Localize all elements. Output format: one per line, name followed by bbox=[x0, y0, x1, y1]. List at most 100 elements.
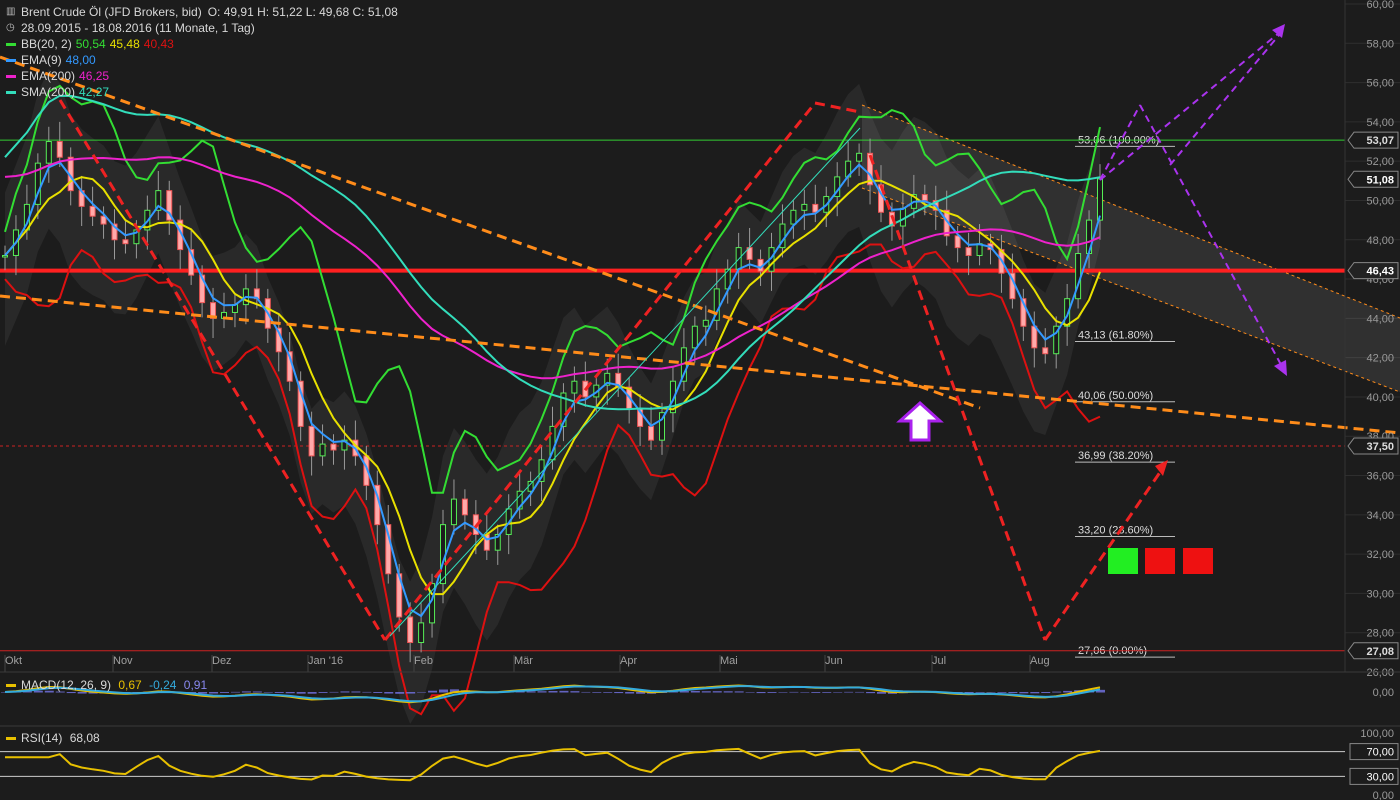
macd-histogram-bar bbox=[340, 691, 350, 693]
macd-histogram-bar bbox=[318, 692, 328, 693]
ohlc-values: O: 49,91 H: 51,22 L: 49,68 C: 51,08 bbox=[207, 5, 398, 19]
candle-body bbox=[319, 443, 326, 457]
candle-body bbox=[330, 443, 337, 451]
macd-axis-label: 0,00 bbox=[1373, 687, 1394, 699]
y-tick-label: 40,00 bbox=[1366, 392, 1394, 404]
macd-histogram-bar bbox=[417, 691, 427, 693]
y-tick-label: 30,00 bbox=[1366, 588, 1394, 600]
macd-histogram-bar bbox=[614, 692, 624, 694]
legend-ema200[interactable]: EMA(200) 46,25 bbox=[6, 68, 398, 84]
macd-histogram-bar bbox=[526, 691, 536, 693]
rsi-value: 68,08 bbox=[69, 731, 100, 745]
x-tick-label: Nov bbox=[113, 655, 133, 667]
macd-histogram-bar bbox=[570, 691, 580, 693]
candle-body bbox=[1031, 325, 1038, 349]
rsi-color-swatch bbox=[6, 737, 16, 741]
x-tick-label: Feb bbox=[414, 655, 433, 667]
macd-histogram-bar bbox=[778, 692, 788, 693]
macd-histogram-bar bbox=[274, 692, 284, 693]
macd-histogram-bar bbox=[241, 691, 251, 693]
candle-body bbox=[461, 498, 468, 516]
y-tick-label: 32,00 bbox=[1366, 549, 1394, 561]
macd-histogram-bar bbox=[263, 692, 273, 693]
x-tick-label: Okt bbox=[5, 655, 22, 667]
macd-histogram-bar bbox=[723, 691, 733, 693]
price-tag-label: 37,50 bbox=[1366, 441, 1394, 453]
macd-histogram-bar bbox=[690, 690, 700, 693]
y-tick-label: 28,00 bbox=[1366, 628, 1394, 640]
clock-icon: ◷ bbox=[6, 22, 15, 33]
macd-histogram-bar bbox=[1063, 690, 1073, 693]
sell-signal-box bbox=[1183, 548, 1213, 574]
macd-label: MACD(12, 26, 9) bbox=[21, 678, 112, 692]
price-tag-label: 27,08 bbox=[1366, 646, 1394, 658]
y-tick-label: 34,00 bbox=[1366, 510, 1394, 522]
macd-histogram-bar bbox=[77, 692, 87, 694]
sma200-color-swatch bbox=[6, 90, 16, 94]
price-tag: 53,07 bbox=[1347, 131, 1399, 149]
chart-legend: ▥ Brent Crude Öl (JFD Brokers, bid) O: 4… bbox=[6, 4, 398, 100]
price-tag: 37,50 bbox=[1347, 437, 1399, 455]
candle-body bbox=[702, 319, 709, 327]
legend-bb[interactable]: BB(20, 2) 50,54 45,48 40,43 bbox=[6, 36, 398, 52]
candle-body bbox=[965, 247, 972, 256]
macd-histogram-bar bbox=[230, 691, 240, 693]
candle-body bbox=[122, 239, 129, 245]
macd-signal-value: -0,24 bbox=[149, 678, 177, 692]
macd-histogram-bar bbox=[351, 691, 361, 693]
rsi-axis-label: 0,00 bbox=[1373, 790, 1394, 800]
macd-histogram-bar bbox=[1052, 691, 1062, 693]
bb-color-swatch bbox=[6, 42, 16, 46]
macd-histogram-bar bbox=[307, 692, 317, 694]
price-tag: 51,08 bbox=[1347, 170, 1399, 188]
y-tick-label: 48,00 bbox=[1366, 235, 1394, 247]
legend-ema9[interactable]: EMA(9) 48,00 bbox=[6, 52, 398, 68]
x-tick-label: Jan '16 bbox=[308, 655, 343, 667]
rsi-axis-label: 100,00 bbox=[1360, 728, 1394, 740]
macd-histogram-bar bbox=[559, 690, 569, 693]
ema9-color-swatch bbox=[6, 58, 16, 62]
candle-body bbox=[571, 380, 578, 394]
rsi-legend[interactable]: RSI(14) 68,08 bbox=[6, 731, 100, 745]
x-tick-label: Apr bbox=[620, 655, 637, 667]
y-tick-label: 44,00 bbox=[1366, 313, 1394, 325]
price-chart: 53,06 (100.00%)43,13 (61.80%)40,06 (50.0… bbox=[0, 0, 1400, 800]
macd-histogram-bar bbox=[362, 691, 372, 693]
bb-middle-value: 45,48 bbox=[109, 37, 140, 51]
macd-histogram-bar bbox=[66, 692, 76, 694]
candle-body bbox=[1097, 178, 1103, 221]
macd-histogram-bar bbox=[548, 691, 558, 693]
legend-sma200[interactable]: SMA(200) 42,27 bbox=[6, 84, 398, 100]
x-tick-label: Jun bbox=[825, 655, 843, 667]
macd-histogram-bar bbox=[285, 692, 295, 694]
macd-histogram-bar bbox=[1008, 692, 1018, 694]
buy-signal-box bbox=[1108, 548, 1138, 574]
macd-histogram-bar bbox=[745, 692, 755, 693]
candle-body bbox=[921, 194, 928, 201]
macd-color-swatch bbox=[6, 684, 16, 688]
macd-histogram-bar bbox=[822, 692, 832, 693]
x-tick-label: Mai bbox=[720, 655, 738, 667]
y-tick-label: 42,00 bbox=[1366, 353, 1394, 365]
macd-histogram-bar bbox=[406, 692, 416, 694]
price-tag-label: 53,07 bbox=[1366, 135, 1394, 147]
macd-histogram-bar bbox=[1030, 692, 1040, 694]
macd-histogram-bar bbox=[877, 692, 886, 694]
ema200-label: EMA(200) bbox=[21, 69, 76, 83]
macd-histogram-bar bbox=[712, 691, 722, 693]
fibonacci-label: 40,06 (50.00%) bbox=[1078, 390, 1153, 402]
legend-period-row: ◷ 28.09.2015 - 18.08.2016 (11 Monate, 1 … bbox=[6, 20, 398, 36]
x-tick-label: Dez bbox=[212, 655, 232, 667]
macd-legend[interactable]: MACD(12, 26, 9) 0,67 -0,24 0,91 bbox=[6, 678, 207, 692]
macd-histogram-bar bbox=[592, 692, 602, 693]
macd-histogram-bar bbox=[1041, 692, 1051, 694]
candle-body bbox=[45, 141, 52, 164]
fibonacci-label: 33,20 (23.60%) bbox=[1078, 525, 1153, 537]
macd-histogram-bar bbox=[209, 692, 219, 694]
sma200-value: 42,27 bbox=[79, 85, 110, 99]
y-tick-label: 26,00 bbox=[1366, 667, 1394, 679]
macd-histogram-bar bbox=[296, 692, 306, 694]
ema9-value: 48,00 bbox=[65, 53, 96, 67]
candle-body bbox=[56, 141, 63, 158]
macd-histogram-bar bbox=[833, 692, 843, 693]
